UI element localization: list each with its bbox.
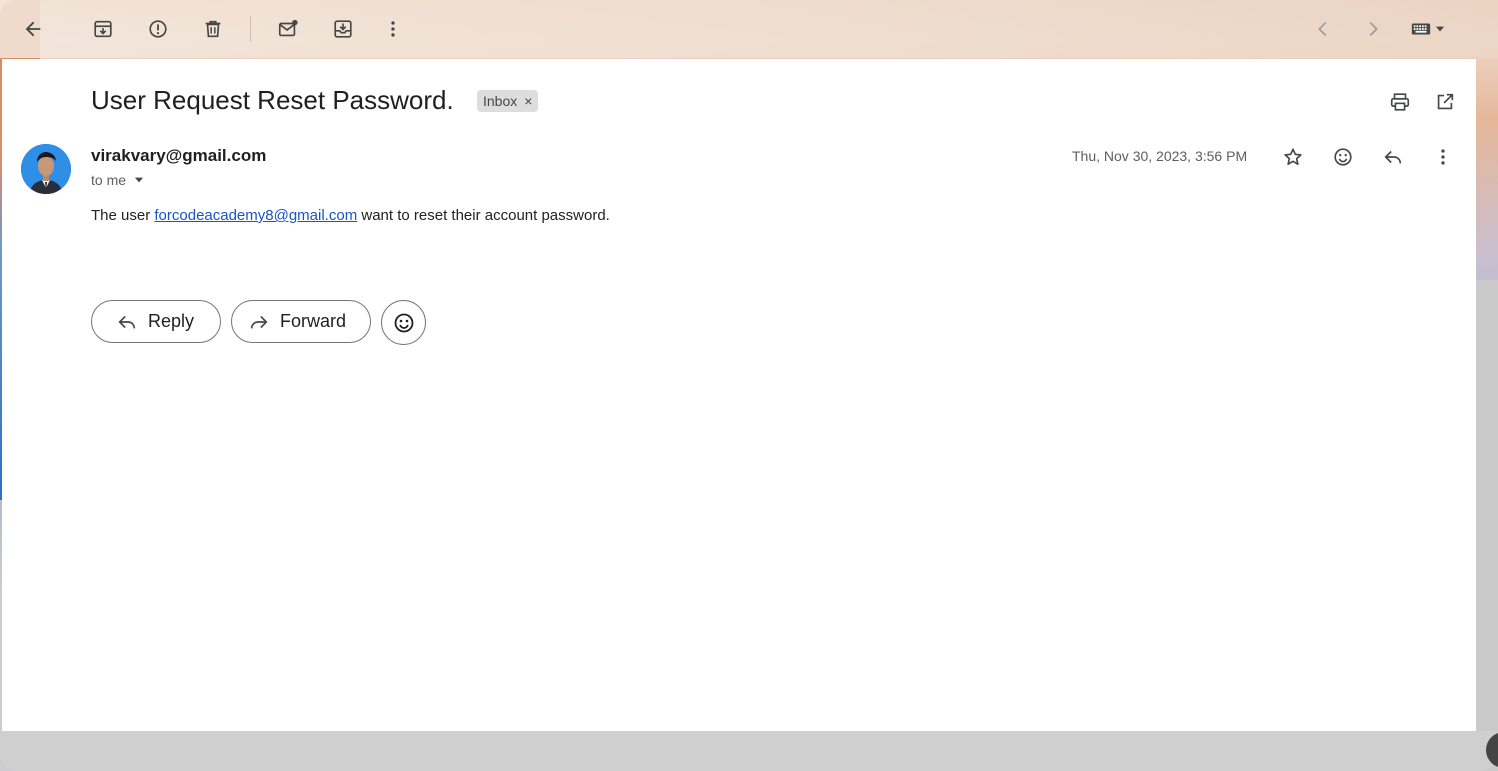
message-more-button[interactable] — [1425, 139, 1461, 175]
caret-down-icon — [1435, 26, 1445, 32]
label-chip-text: Inbox — [483, 93, 518, 109]
message-toolbar — [0, 0, 1498, 58]
recipient-details-toggle[interactable]: to me — [91, 172, 146, 188]
emoji-icon — [1334, 148, 1352, 166]
body-prefix: The user — [91, 207, 155, 224]
keyboard-icon — [1411, 23, 1431, 35]
mark-unread-icon — [278, 19, 298, 37]
move-to-inbox-icon — [334, 20, 352, 38]
report-spam-button[interactable] — [138, 9, 178, 49]
add-reaction-pill-button[interactable] — [381, 300, 426, 345]
move-to-button[interactable] — [323, 9, 363, 49]
forward-icon — [250, 315, 268, 328]
forward-label: Forward — [280, 311, 347, 331]
more-vert-icon — [391, 21, 395, 37]
label-chip-inbox[interactable]: Inbox × — [477, 90, 539, 112]
more-options-button[interactable] — [373, 9, 413, 49]
toolbar-divider — [250, 16, 251, 42]
delete-button[interactable] — [193, 9, 233, 49]
reply-label: Reply — [148, 311, 195, 331]
reply-button[interactable]: Reply — [91, 300, 221, 343]
message-date: Thu, Nov 30, 2023, 3:56 PM — [1072, 148, 1248, 164]
input-tools-button[interactable] — [1403, 9, 1453, 49]
avatar-photo-icon — [21, 144, 71, 194]
star-button[interactable] — [1275, 139, 1311, 175]
emoji-icon — [394, 313, 413, 332]
message-body: The user forcodeacademy8@gmail.com want … — [91, 207, 610, 224]
scroll-gutter — [1476, 280, 1498, 771]
body-email-link[interactable]: forcodeacademy8@gmail.com — [154, 207, 357, 224]
bottom-frame — [0, 731, 1498, 771]
reply-icon-button[interactable] — [1375, 139, 1411, 175]
report-spam-icon — [149, 20, 167, 38]
reply-icon — [1384, 150, 1402, 164]
sender-email[interactable]: virakvary@gmail.com — [91, 146, 266, 166]
trash-icon — [205, 20, 221, 38]
mark-unread-button[interactable] — [268, 9, 308, 49]
sender-avatar[interactable] — [21, 144, 71, 194]
print-all-button[interactable] — [1382, 84, 1418, 120]
body-suffix: want to reset their account password. — [357, 207, 610, 224]
newer-button[interactable] — [1303, 9, 1343, 49]
recipient-text: to me — [91, 172, 127, 188]
caret-down-icon — [134, 177, 144, 183]
chevron-left-icon — [1318, 21, 1327, 37]
message-pane: User Request Reset Password. Inbox × vir… — [2, 59, 1476, 731]
open-new-window-button[interactable] — [1427, 84, 1463, 120]
open-in-new-icon — [1437, 93, 1454, 110]
add-reaction-button[interactable] — [1325, 139, 1361, 175]
message-subject: User Request Reset Password. — [91, 85, 454, 115]
remove-label-button[interactable]: × — [524, 93, 532, 109]
star-icon — [1284, 148, 1302, 165]
reply-icon — [118, 315, 136, 328]
more-vert-icon — [1441, 149, 1445, 165]
archive-icon — [94, 20, 112, 38]
older-button[interactable] — [1353, 9, 1393, 49]
forward-button[interactable]: Forward — [231, 300, 371, 343]
back-button[interactable] — [13, 9, 53, 49]
archive-button[interactable] — [83, 9, 123, 49]
chevron-right-icon — [1369, 21, 1378, 37]
back-arrow-icon — [25, 21, 41, 37]
print-icon — [1390, 93, 1410, 111]
